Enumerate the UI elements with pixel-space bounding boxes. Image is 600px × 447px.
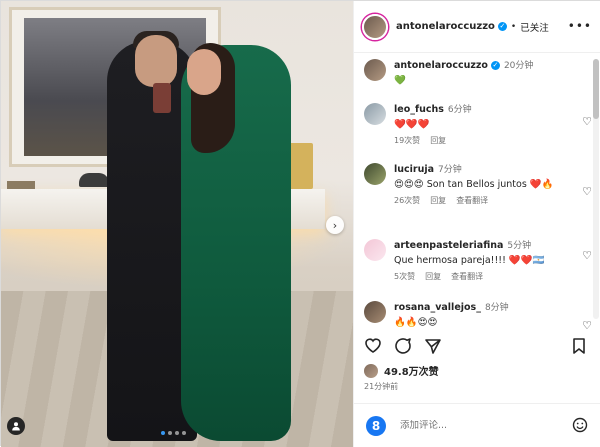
avatar[interactable]	[364, 59, 386, 81]
next-slide-button[interactable]: ›	[326, 216, 344, 234]
comments-list: antonelaroccuzzo ✓ 20分钟 💚 leo_fuchs 6分钟 ❤️❤…	[354, 53, 600, 329]
post-side-panel: antonelaroccuzzo ✓ • 已关注 ••• antonelaroc…	[353, 1, 600, 447]
comment-item: leo_fuchs 6分钟 ❤️❤️❤️ 19次赞 回复 ♡	[364, 103, 592, 146]
cap	[79, 173, 109, 187]
avatar[interactable]	[364, 163, 386, 185]
comment-likes[interactable]: 26次赞	[394, 196, 420, 205]
comment-username[interactable]: arteenpasteleriafina	[394, 240, 503, 251]
emoji-icon[interactable]	[572, 417, 588, 437]
comment-time: 20分钟	[503, 61, 534, 71]
heart-icon[interactable]: ♡	[582, 115, 592, 128]
avatar[interactable]	[362, 13, 388, 40]
post-dialog: › antonelaroccuzzo ✓ • 已关注 ••• antonelar…	[0, 0, 600, 447]
verified-icon: ✓	[497, 22, 507, 31]
comment-composer: 8	[354, 403, 600, 447]
reply-button[interactable]: 回复	[430, 136, 446, 145]
comment-time: 6分钟	[447, 105, 472, 115]
likes-count[interactable]: 49.8万次赞	[384, 363, 439, 378]
comment-text: Que hermosa pareja!!!! ❤️❤️🇦🇷	[394, 255, 545, 266]
phone	[153, 83, 171, 113]
comment-username[interactable]: rosana_vallejos_	[394, 302, 481, 313]
share-icon[interactable]	[424, 337, 442, 359]
author-username[interactable]: antonelaroccuzzo	[396, 21, 495, 32]
comment-time: 8分钟	[484, 303, 509, 313]
see-translation-button[interactable]: 查看翻译	[451, 272, 483, 281]
post-header: antonelaroccuzzo ✓ • 已关注 •••	[354, 1, 600, 53]
heart-icon[interactable]: ♡	[582, 185, 592, 198]
comment-likes[interactable]: 5次赞	[394, 272, 415, 281]
comment-text: 😍😍😍 Son tan Bellos juntos ❤️🔥	[394, 179, 554, 190]
likes-summary[interactable]: 49.8万次赞	[364, 363, 439, 378]
comment-time: 5分钟	[507, 241, 532, 251]
comments-scrollbar[interactable]	[593, 59, 599, 319]
comment-icon[interactable]	[394, 337, 412, 359]
action-bar	[354, 335, 600, 361]
heart-icon[interactable]: ♡	[582, 319, 592, 329]
woman-figure	[181, 43, 291, 441]
add-comment-input[interactable]	[400, 420, 560, 431]
person-tag-icon[interactable]	[7, 417, 25, 435]
comment-text: ❤️❤️❤️	[394, 119, 430, 130]
carousel-dots	[161, 431, 186, 435]
separator-dot: •	[510, 21, 517, 32]
heart-icon[interactable]: ♡	[582, 249, 592, 262]
avatar[interactable]	[364, 103, 386, 125]
carousel-dot	[175, 431, 179, 435]
bookmark-icon[interactable]	[572, 337, 586, 359]
app-logo-icon: 8	[366, 415, 386, 436]
reply-button[interactable]: 回复	[430, 196, 446, 205]
book	[7, 181, 35, 189]
reply-button[interactable]: 回复	[425, 272, 441, 281]
avatar[interactable]	[364, 301, 386, 323]
comment-item: arteenpasteleriafina 5分钟 Que hermosa pare…	[364, 239, 592, 282]
post-photo[interactable]: ›	[1, 1, 353, 447]
comment-username[interactable]: antonelaroccuzzo	[394, 60, 488, 71]
heart-icon[interactable]	[364, 337, 382, 357]
more-icon[interactable]: •••	[568, 19, 592, 33]
comment-username[interactable]: leo_fuchs	[394, 104, 444, 115]
avatar[interactable]	[364, 239, 386, 261]
comment-text: 💚	[394, 75, 406, 86]
comment-text: 🔥🔥😍😍	[394, 317, 438, 328]
see-translation-button[interactable]: 查看翻译	[456, 196, 488, 205]
comment-item: rosana_vallejos_ 8分钟 🔥🔥😍😍 ♡	[364, 301, 592, 329]
verified-icon: ✓	[490, 61, 500, 70]
carousel-dot	[168, 431, 172, 435]
carousel-dot	[182, 431, 186, 435]
comment-item: luciruja 7分钟 😍😍😍 Son tan Bellos juntos ❤️…	[364, 163, 592, 206]
comment-time: 7分钟	[438, 165, 462, 175]
comment-username[interactable]: luciruja	[394, 164, 434, 175]
carousel-dot	[161, 431, 165, 435]
avatar	[364, 363, 378, 378]
follow-status-button[interactable]: 已关注	[520, 20, 549, 34]
post-time: 21分钟前	[364, 382, 399, 391]
comment-item: antonelaroccuzzo ✓ 20分钟 💚	[364, 59, 584, 87]
comment-likes[interactable]: 19次赞	[394, 136, 420, 145]
